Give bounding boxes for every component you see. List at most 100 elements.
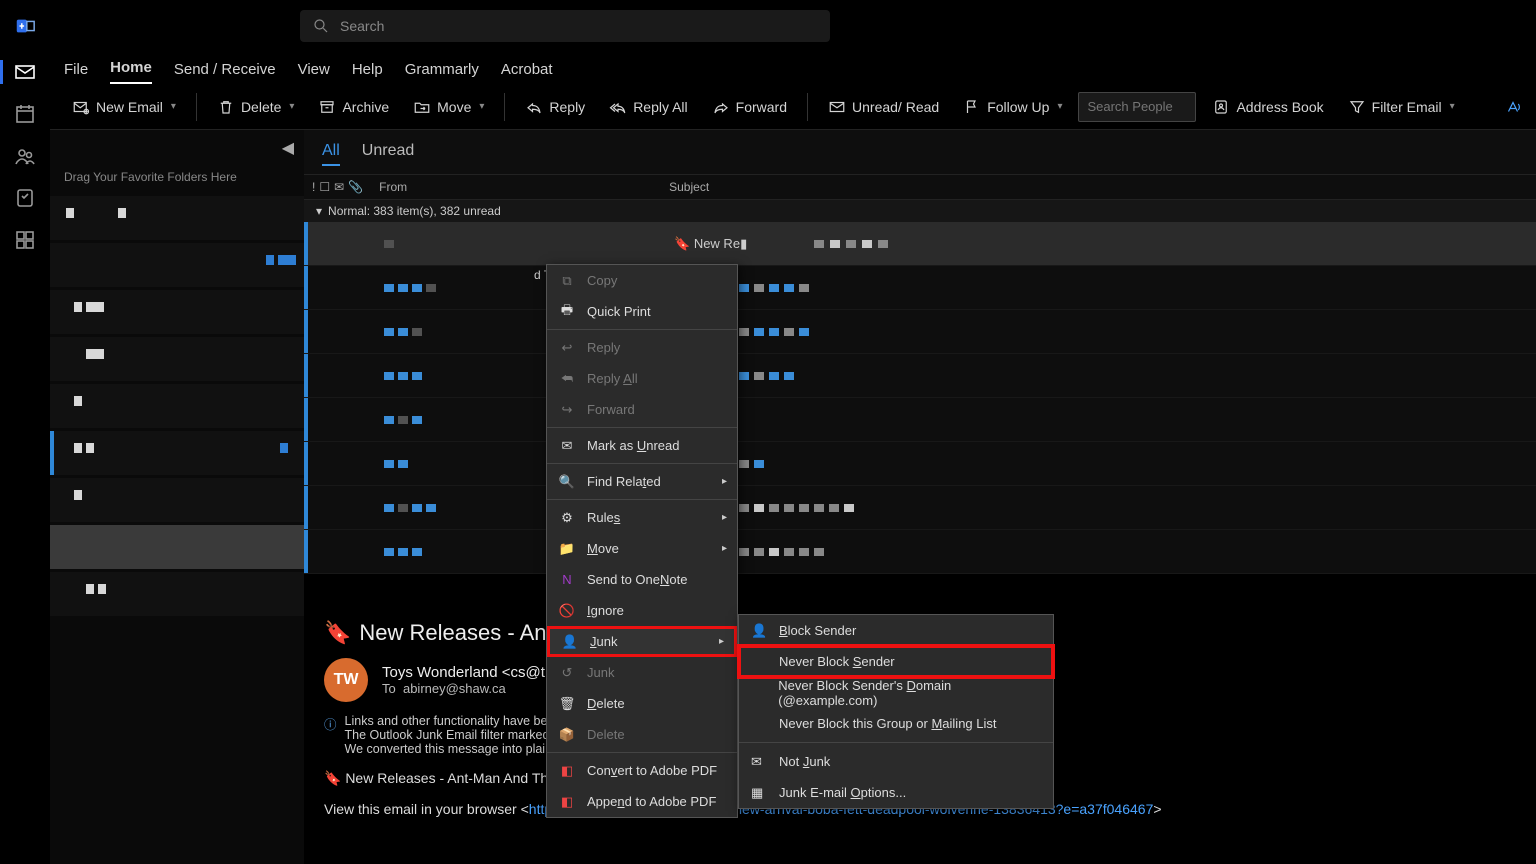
menu-help[interactable]: Help (352, 61, 383, 84)
ctx-append-pdf[interactable]: ◧Append to Adobe PDF (547, 786, 737, 817)
message-row[interactable]: d The Wasp: Quantumania (304, 266, 1536, 310)
left-rail (0, 52, 50, 864)
ctx-rules[interactable]: ⚙Rules▸ (547, 502, 737, 533)
menu-send-receive[interactable]: Send / Receive (174, 61, 276, 84)
calendar-rail-icon[interactable] (13, 102, 37, 126)
unread-read-button[interactable]: Unread/ Read (820, 94, 947, 120)
address-book-button[interactable]: Address Book (1204, 94, 1331, 120)
tab-all[interactable]: All (322, 142, 340, 166)
new-email-button[interactable]: New Email ▾ (64, 94, 184, 120)
folder-item[interactable] (50, 384, 304, 428)
message-row[interactable] (304, 530, 1536, 574)
read-aloud-icon (1504, 98, 1522, 116)
message-row[interactable] (304, 486, 1536, 530)
envelope-icon: ✉ (751, 754, 767, 770)
reply-all-icon: ⮪ (559, 371, 575, 387)
folder-item[interactable] (50, 431, 304, 475)
sub-block-sender[interactable]: 👤Block Sender (739, 615, 1053, 646)
from-column[interactable]: From (371, 180, 661, 194)
sub-never-block-domain[interactable]: Never Block Sender's Domain (@example.co… (739, 677, 1053, 708)
read-aloud-button[interactable] (1496, 94, 1530, 120)
to-line: To abirney@shaw.ca (382, 681, 545, 696)
ctx-quick-print[interactable]: 🖶Quick Print (547, 296, 737, 327)
ctx-delete[interactable]: 🗑Delete (547, 688, 737, 719)
mail-rail-icon[interactable] (13, 60, 37, 84)
chevron-right-icon: ▸ (719, 636, 724, 647)
menu-grammarly[interactable]: Grammarly (405, 61, 479, 84)
sender-avatar: TW (324, 658, 368, 702)
trash-icon: 🗑 (559, 696, 575, 712)
chevron-right-icon: ▸ (722, 543, 727, 554)
archive-button[interactable]: Archive (310, 94, 397, 120)
sub-junk-options[interactable]: ▦Junk E-mail Options... (739, 777, 1053, 808)
ctx-send-onenote[interactable]: NSend to OneNote (547, 564, 737, 595)
global-search[interactable]: Search (300, 10, 830, 42)
search-people-input[interactable] (1078, 92, 1196, 122)
forward-button[interactable]: Forward (704, 94, 795, 120)
chevron-down-icon: ▾ (1057, 101, 1062, 112)
folder-item[interactable] (50, 478, 304, 522)
menu-file[interactable]: File (64, 61, 88, 84)
group-header[interactable]: ▾ Normal: 383 item(s), 382 unread (304, 200, 1536, 222)
folder-item[interactable] (50, 572, 304, 616)
folder-item[interactable] (50, 290, 304, 334)
message-row[interactable] (304, 442, 1536, 486)
search-icon (312, 17, 330, 35)
people-rail-icon[interactable] (13, 144, 37, 168)
info-icon: ⓘ (324, 714, 337, 733)
icon-column-icon[interactable]: ✉ (334, 180, 344, 194)
move-button[interactable]: Move ▾ (405, 94, 492, 120)
message-row[interactable] (304, 398, 1536, 442)
ctx-mark-unread[interactable]: ✉Mark as Unread (547, 430, 737, 461)
menu-view[interactable]: View (298, 61, 330, 84)
ctx-find-related[interactable]: 🔍Find Related▸ (547, 466, 737, 497)
delete-button[interactable]: Delete ▾ (209, 94, 303, 120)
folder-item[interactable] (50, 196, 304, 240)
copy-icon: ⧉ (559, 273, 575, 289)
pdf-icon: ◧ (559, 794, 575, 810)
folder-pane: ◀ Drag Your Favorite Folders Here (50, 130, 304, 864)
tag-icon: 🔖 (324, 620, 351, 646)
folder-item[interactable] (50, 243, 304, 287)
tab-unread[interactable]: Unread (362, 142, 414, 166)
ribbon-toolbar: New Email ▾ Delete ▾ Archive Move ▾ Repl… (0, 84, 1536, 130)
find-icon: 🔍 (559, 474, 575, 490)
ctx-archive: 📦Delete (547, 719, 737, 750)
ctx-ignore[interactable]: 🚫Ignore (547, 595, 737, 626)
folder-item[interactable] (50, 337, 304, 381)
importance-column-icon[interactable]: ! (312, 180, 315, 194)
attachment-column-icon[interactable]: 📎 (348, 180, 363, 194)
chevron-down-icon: ▾ (1450, 101, 1455, 112)
reply-button[interactable]: Reply (517, 94, 593, 120)
subject-column[interactable]: Subject (661, 180, 709, 194)
menu-home[interactable]: Home (110, 59, 152, 84)
archive-icon (318, 98, 336, 116)
menu-acrobat[interactable]: Acrobat (501, 61, 553, 84)
envelope-icon: ✉ (559, 438, 575, 454)
ctx-move[interactable]: 📁Move▸ (547, 533, 737, 564)
message-row[interactable]: 🔖 New Re▮ (304, 222, 1536, 266)
print-icon: 🖶 (559, 304, 575, 320)
pdf-icon: ◧ (559, 763, 575, 779)
more-rail-icon[interactable] (13, 228, 37, 252)
collapse-folder-pane-button[interactable]: ◀ (282, 138, 294, 158)
chevron-down-icon: ▾ (479, 101, 484, 112)
message-row[interactable] (304, 354, 1536, 398)
chevron-right-icon: ▸ (722, 476, 727, 487)
forward-icon (712, 98, 730, 116)
filter-email-button[interactable]: Filter Email ▾ (1340, 94, 1463, 120)
reply-all-button[interactable]: Reply All (601, 94, 695, 120)
rules-icon: ⚙ (559, 510, 575, 526)
sub-not-junk[interactable]: ✉Not Junk (739, 746, 1053, 777)
reminder-column-icon[interactable]: ☐ (319, 180, 330, 194)
sub-never-block-group[interactable]: Never Block this Group or Mailing List (739, 708, 1053, 739)
tasks-rail-icon[interactable] (13, 186, 37, 210)
folder-item-selected[interactable] (50, 525, 304, 569)
chevron-down-icon: ▾ (171, 101, 176, 112)
ctx-convert-pdf[interactable]: ◧Convert to Adobe PDF (547, 755, 737, 786)
follow-up-button[interactable]: Follow Up ▾ (955, 94, 1070, 120)
ctx-junk[interactable]: 👤Junk▸ (547, 626, 737, 657)
chevron-right-icon: ▸ (722, 512, 727, 523)
message-row[interactable] (304, 310, 1536, 354)
sub-never-block-sender[interactable]: Never Block Sender (739, 646, 1053, 677)
